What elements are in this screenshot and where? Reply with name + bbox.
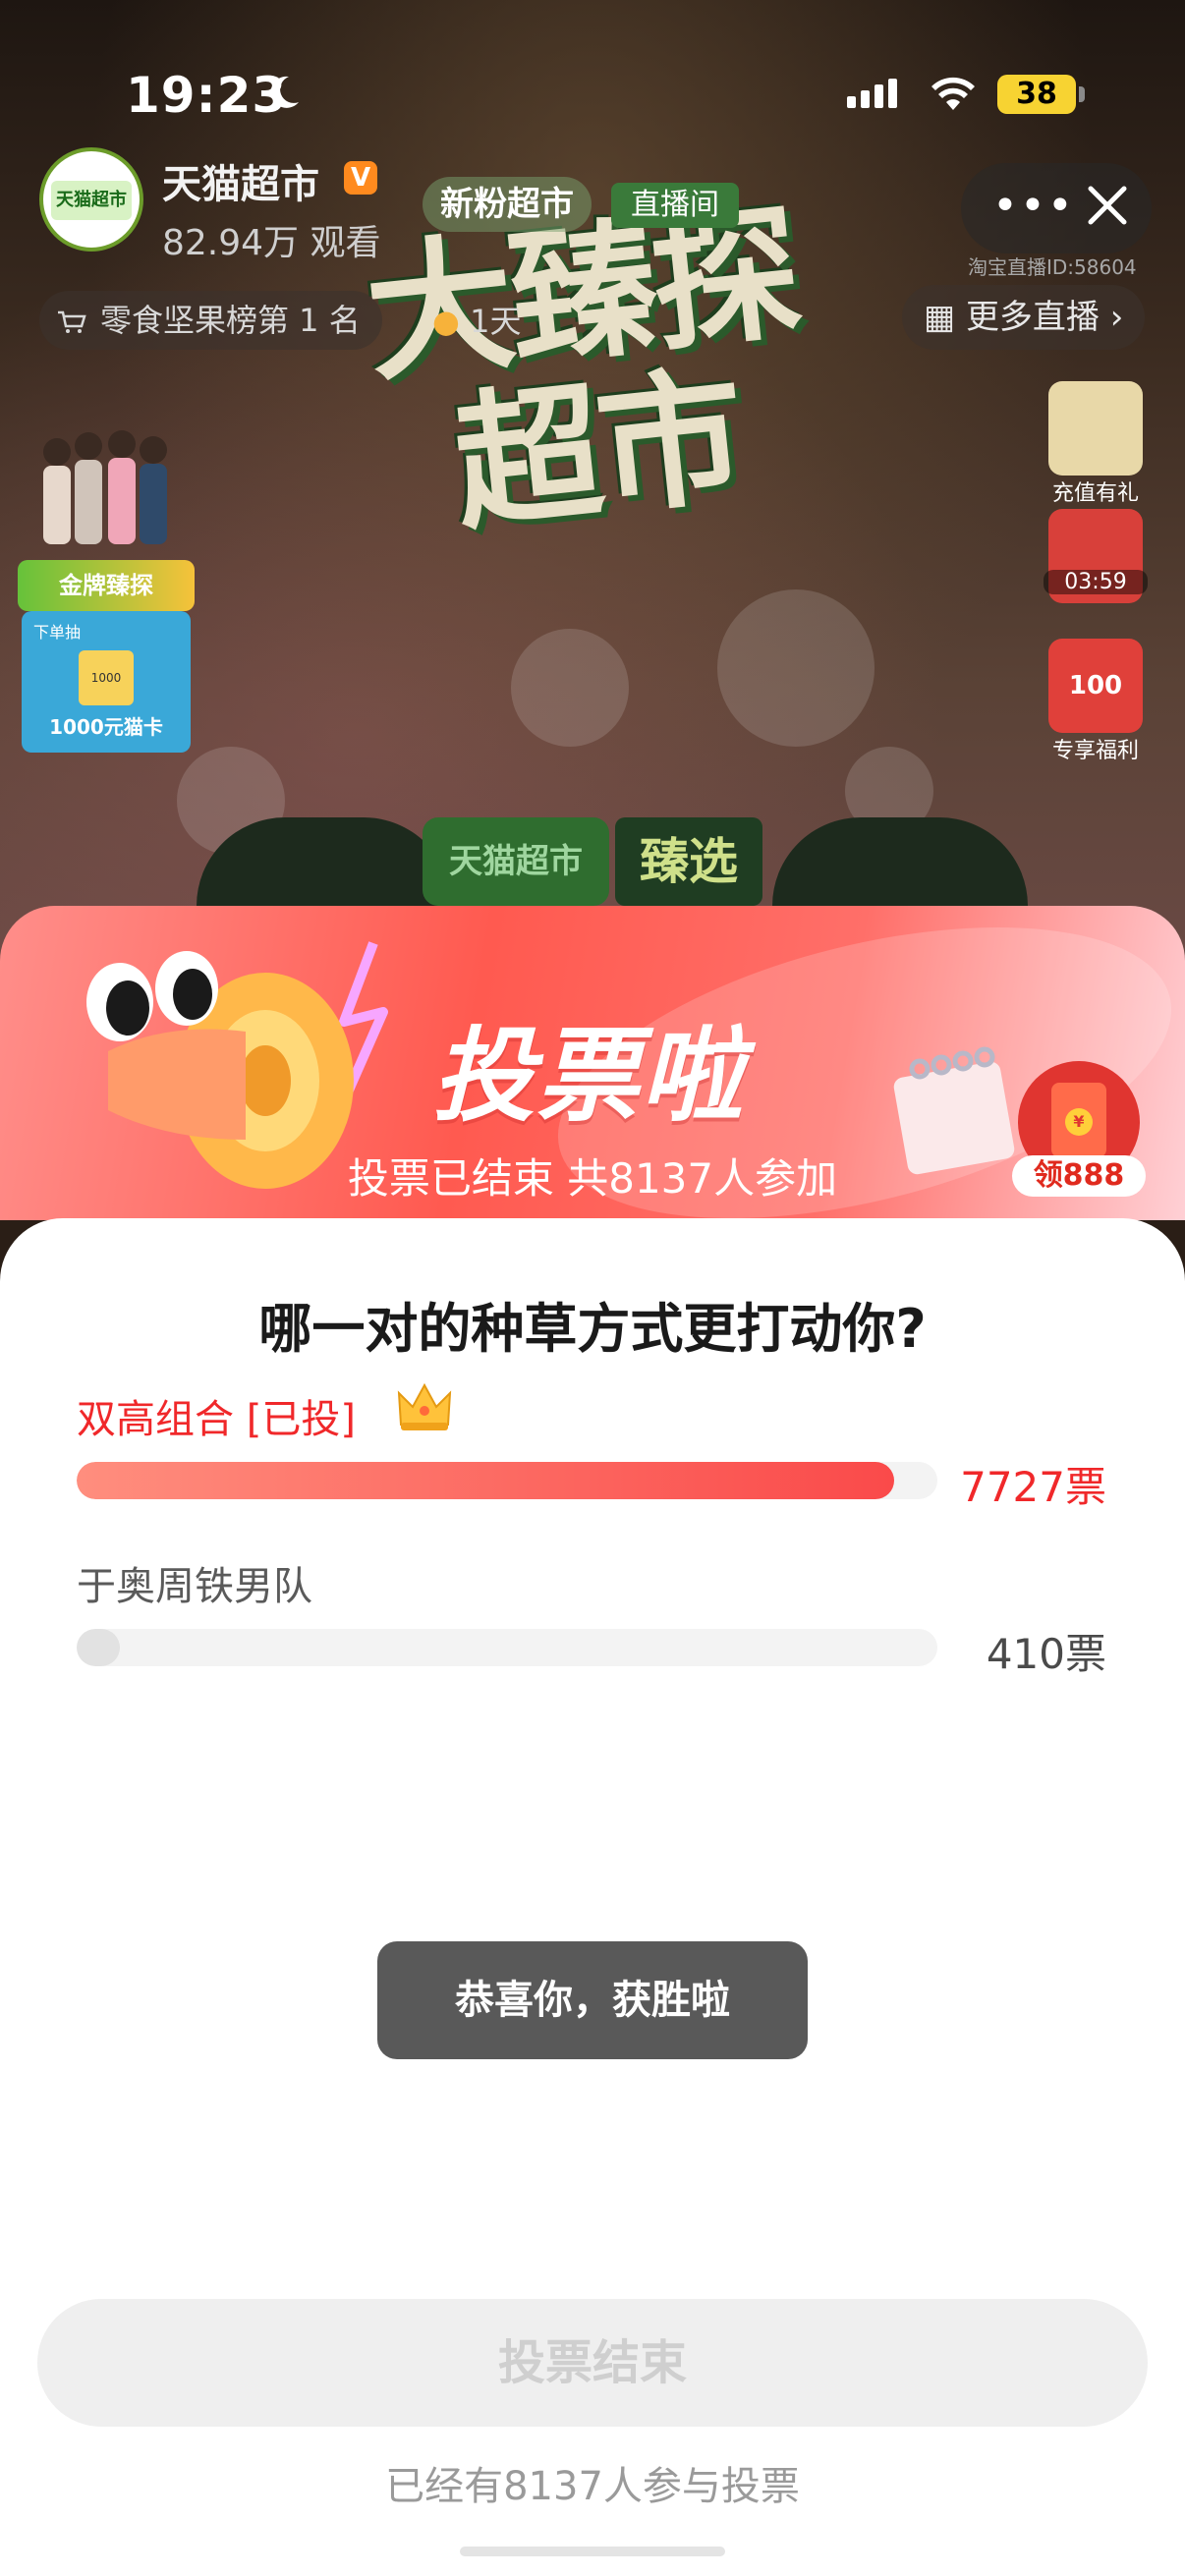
win-toast: 恭喜你，获胜啦 [377, 1941, 808, 2059]
store-name[interactable]: 天猫超市 [162, 152, 319, 209]
more-options-icon[interactable]: ••• [992, 185, 1075, 228]
cellular-signal-icon [847, 79, 902, 108]
vote-ended-button[interactable]: 投票结束 [37, 2299, 1148, 2427]
more-live-button[interactable]: ▦ 更多直播 › [902, 285, 1146, 350]
promo-card-top: 下单抽 [33, 623, 82, 642]
option-2-vote-count: 410票 [986, 1630, 1106, 1678]
store-avatar[interactable]: 天猫超市 [39, 147, 143, 252]
lottery-icon: 100 [1048, 639, 1143, 733]
hosts-illustration [43, 430, 167, 544]
red-packet-label: 领888 [1012, 1155, 1146, 1197]
crown-icon [397, 1382, 452, 1430]
side-item-label: 专享福利 [1051, 739, 1139, 763]
bokeh-light [717, 589, 875, 747]
battery-tip [1079, 86, 1085, 102]
more-live-label: 更多直播 › [965, 298, 1124, 337]
streamer-id: 淘宝直播ID:58604 [968, 255, 1137, 279]
ranking-badge[interactable]: 零食坚果榜第 1 名 [39, 291, 382, 350]
hot-duration-text: 1天 [470, 303, 522, 340]
notebook-icon [893, 1046, 1015, 1175]
close-icon[interactable] [1085, 183, 1130, 228]
option-1-result-bar [77, 1462, 937, 1499]
wifi-icon [931, 77, 975, 110]
side-item-gift[interactable]: 03:59 [1044, 509, 1148, 603]
side-item-welfare[interactable]: 100 专享福利 [1044, 639, 1148, 764]
promo-banner: 金牌臻探 [18, 560, 195, 611]
vote-heading: 投票啦 [432, 1016, 746, 1136]
red-packet-button[interactable]: ¥ 领888 [1012, 1061, 1146, 1199]
option-2-label: 于奥周铁男队 [77, 1564, 312, 1609]
option-1-vote-count: 7727票 [960, 1463, 1106, 1511]
side-item-recharge[interactable]: 充值有礼 [1044, 381, 1148, 507]
battery-indicator: 38 [997, 75, 1076, 114]
store-avatar-logo: 天猫超市 [51, 181, 132, 220]
grid-icon: ▦ [924, 298, 956, 337]
bokeh-light [511, 629, 629, 747]
coin-icon: ¥ [1065, 1108, 1093, 1136]
verified-badge: V [344, 161, 377, 195]
hot-duration: ● 1天 [432, 297, 521, 342]
viewer-count: 82.94万 观看 [162, 223, 381, 263]
option-2-bar-fill [77, 1629, 120, 1666]
participation-note: 已经有8137人参与投票 [385, 2464, 800, 2509]
moon-icon [270, 76, 299, 108]
new-fans-badge[interactable]: 新粉超市 [423, 177, 592, 232]
cat-card-image: 1000 [79, 650, 134, 705]
recharge-icon [1048, 381, 1143, 476]
ranking-text: 零食坚果榜第 1 名 [100, 302, 361, 339]
stage-sign-select: 臻选 [615, 817, 762, 906]
stage-sign-tmall: 天猫超市 [423, 817, 609, 906]
promo-card[interactable]: 金牌臻探 下单抽 1000 1000元猫卡 [18, 422, 195, 756]
countdown-label: 03:59 [1044, 570, 1148, 594]
option-1-bar-fill [77, 1462, 895, 1499]
vote-question: 哪一对的种草方式更打动你? [258, 1298, 927, 1360]
promo-prize-card: 下单抽 1000 1000元猫卡 [22, 611, 191, 753]
fire-icon: ● [432, 303, 460, 340]
status-bar: 19:23 38 [0, 59, 1185, 138]
promo-card-label: 1000元猫卡 [49, 715, 163, 739]
live-room-tag[interactable]: 直播间 [611, 183, 739, 228]
option-2-result-bar [77, 1629, 937, 1666]
option-1-label: 双高组合 [已投] [77, 1397, 356, 1442]
side-item-label: 充值有礼 [1051, 481, 1139, 506]
home-indicator[interactable] [460, 2547, 725, 2556]
cart-icon [58, 310, 86, 333]
